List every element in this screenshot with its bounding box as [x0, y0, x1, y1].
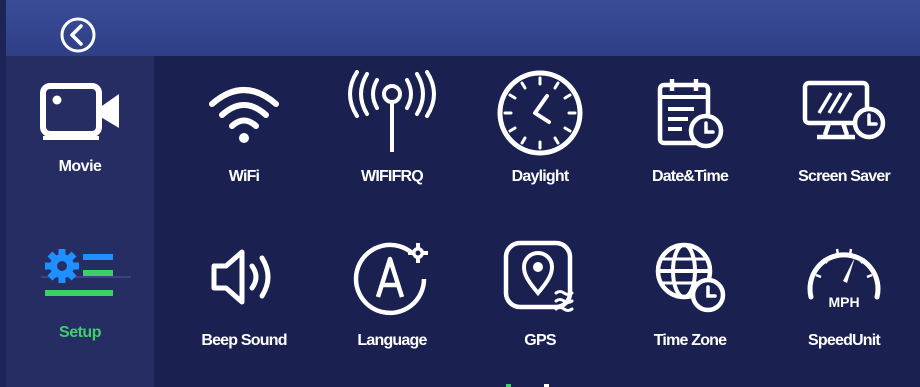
tile-wifi[interactable]: WiFi [174, 68, 314, 208]
tile-gps[interactable]: GPS [470, 232, 610, 372]
tile-label: Date&Time [651, 168, 729, 185]
tile-label: SpeedUnit [808, 332, 881, 349]
wifi-icon [209, 87, 279, 143]
tile-daylight[interactable]: Daylight [470, 68, 610, 208]
sidebar-item-movie[interactable]: Movie [6, 78, 154, 208]
tile-time-zone[interactable]: Time Zone [620, 232, 760, 372]
sidebar: Movie Setup [6, 56, 154, 387]
tile-date-time[interactable]: Date&Time [620, 68, 760, 208]
monitor-clock-icon [802, 80, 886, 140]
tile-screen-saver[interactable]: Screen Saver [774, 68, 914, 208]
speaker-icon [211, 249, 271, 305]
tile-label: Daylight [511, 168, 570, 185]
tile-label: Beep Sound [201, 332, 287, 349]
top-bar [6, 0, 920, 56]
page-indicator [502, 377, 562, 387]
speed-unit-text: MPH [828, 294, 859, 310]
antenna-icon [348, 70, 436, 152]
tile-label: WiFi [228, 168, 260, 185]
back-circle-icon [60, 17, 96, 53]
video-camera-icon [40, 83, 119, 140]
calendar-clock-icon [657, 79, 724, 149]
tile-beep-sound[interactable]: Beep Sound [174, 232, 314, 372]
sidebar-item-setup[interactable]: Setup [6, 244, 154, 374]
speedometer-icon: MPH [807, 248, 881, 310]
language-icon [353, 242, 428, 316]
clock-icon [497, 70, 583, 156]
gps-pin-icon [503, 240, 574, 312]
tile-label: GPS [524, 332, 556, 349]
globe-clock-icon [655, 242, 726, 313]
sidebar-item-label: Movie [58, 158, 102, 175]
settings-grid: WiFi WIFIFRQ Daylight Date&Time Screen S… [154, 56, 920, 387]
tile-label: Screen Saver [798, 168, 891, 185]
tile-wififrq[interactable]: WIFIFRQ [322, 68, 462, 208]
sidebar-item-label: Setup [59, 324, 101, 341]
tile-label: Language [357, 332, 427, 349]
tile-language[interactable]: Language [322, 232, 462, 372]
tile-speed-unit[interactable]: MPH SpeedUnit [774, 232, 914, 372]
tile-label: WIFIFRQ [361, 168, 424, 185]
settings-list-icon [45, 249, 113, 296]
tile-label: Time Zone [653, 332, 727, 349]
setup-screen: Movie Setup WiFi WIFIFRQ Daylight Date&T… [0, 0, 920, 387]
back-button[interactable] [58, 15, 98, 55]
